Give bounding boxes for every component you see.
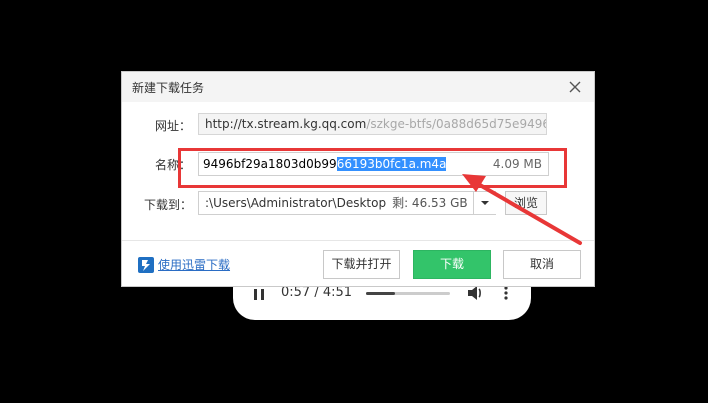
url-field[interactable]: http://tx.stream.kg.qq.com/szkge-btfs/0a… (198, 113, 547, 135)
name-label: 名称： (155, 158, 192, 172)
title-bar: 新建下载任务 (122, 72, 594, 102)
cancel-button[interactable]: 取消 (503, 250, 581, 279)
player-time: 0:57 / 4:51 (281, 285, 353, 300)
save-path-value: :\Users\Administrator\Desktop (205, 196, 387, 210)
xunlei-link-text[interactable]: 使用迅雷下载 (158, 256, 230, 273)
url-path: /szkge-btfs/0a88d65d75e9496b (366, 117, 547, 131)
file-size: 4.09 MB (492, 157, 542, 171)
xunlei-icon (138, 256, 154, 273)
save-path-label: 下载到： (144, 198, 193, 212)
divider (122, 240, 594, 241)
new-download-dialog: 新建下载任务 网址： http://tx.stream.kg.qq.com/sz… (121, 71, 595, 287)
browse-button[interactable]: 浏览 (505, 191, 547, 215)
close-icon[interactable] (566, 78, 584, 96)
pause-icon-bar[interactable] (261, 289, 264, 300)
dialog-title: 新建下载任务 (132, 81, 205, 95)
save-path-select[interactable]: :\Users\Administrator\Desktop 剩: 46.53 GB (198, 191, 496, 215)
pause-icon[interactable] (254, 289, 257, 300)
seek-bar-progress (366, 292, 395, 295)
path-dropdown-button[interactable] (473, 192, 496, 214)
filename-text: 9496bf29a1803d0b99 (203, 157, 337, 171)
url-host: http://tx.stream.kg.qq.com (205, 117, 367, 131)
download-and-open-button[interactable]: 下载并打开 (323, 250, 400, 279)
more-options-icon[interactable] (503, 285, 509, 301)
download-button[interactable]: 下载 (413, 250, 491, 279)
xunlei-link[interactable]: 使用迅雷下载 (138, 256, 230, 273)
url-label: 网址： (155, 119, 192, 133)
filename-input[interactable]: 9496bf29a1803d0b9966193b0fc1a.m4a 4.09 M… (198, 152, 549, 176)
filename-selected-text: 66193b0fc1a.m4a (336, 157, 447, 171)
chevron-down-icon (481, 201, 489, 205)
free-space: 剩: 46.53 GB (392, 196, 468, 210)
